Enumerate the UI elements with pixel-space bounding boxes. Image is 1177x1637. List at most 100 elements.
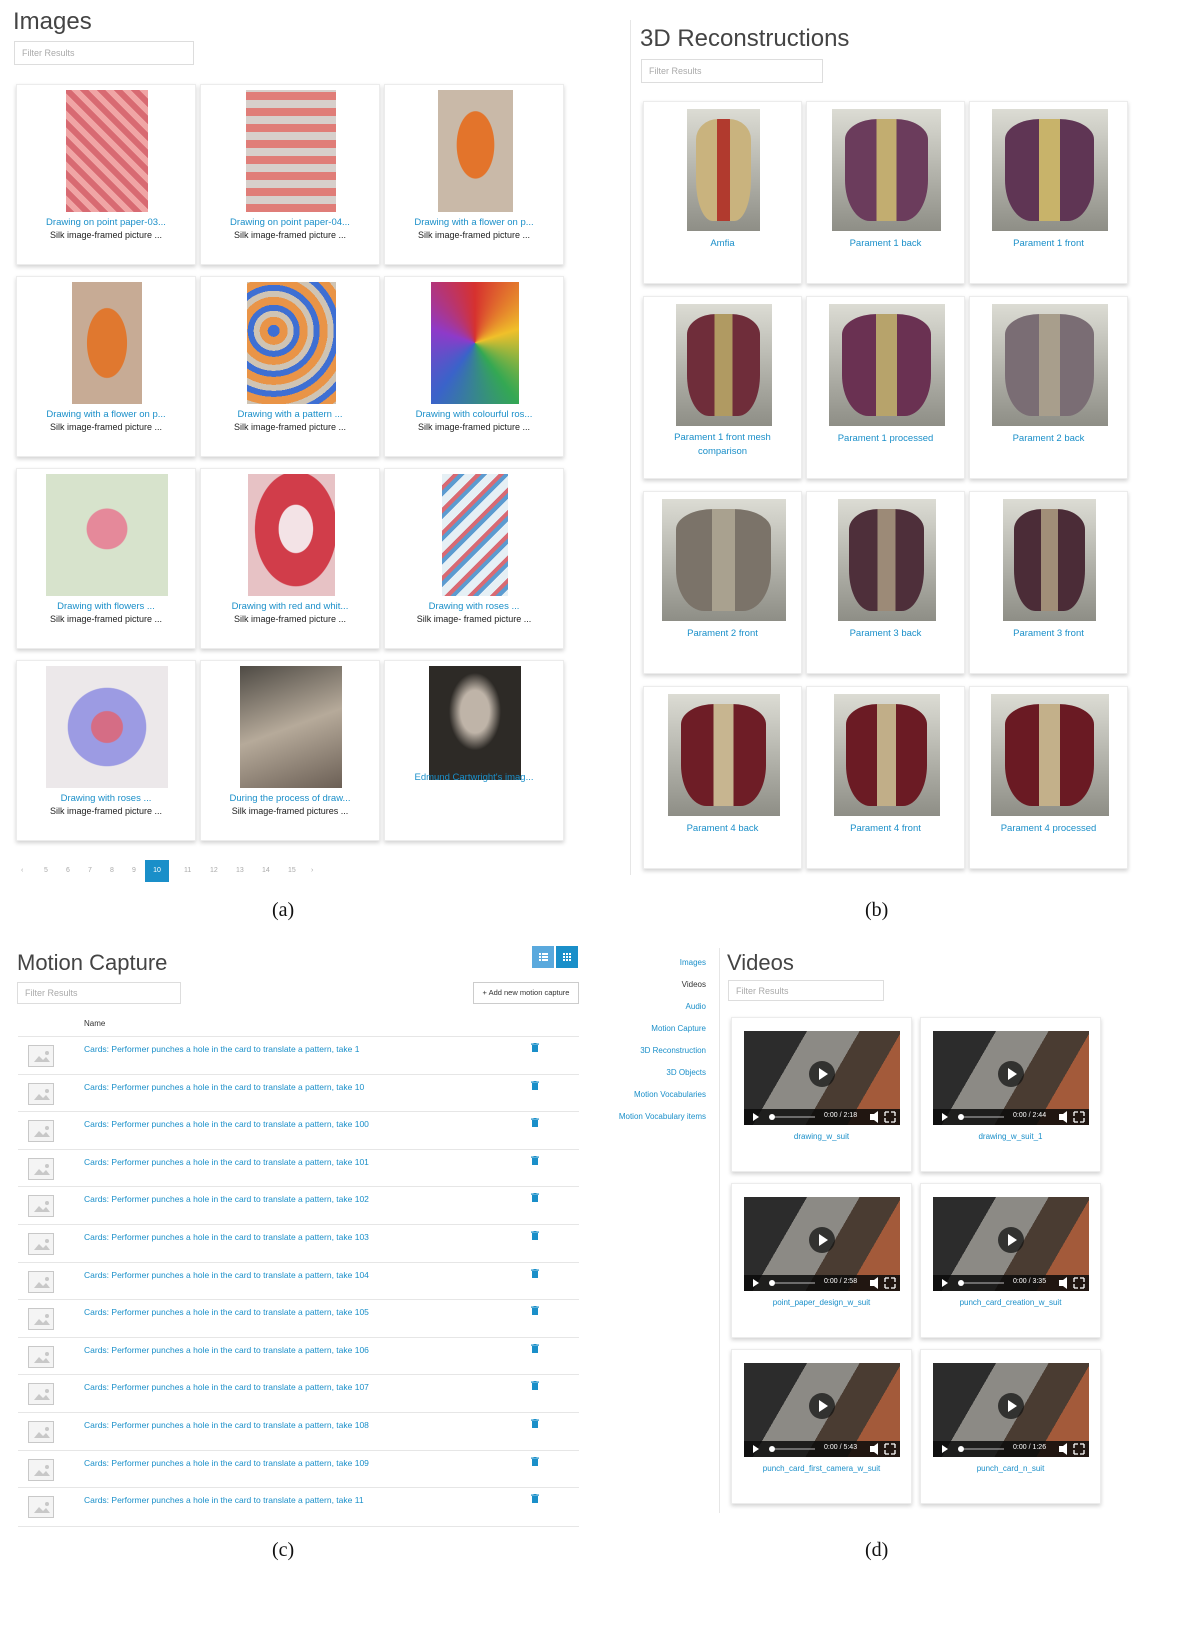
reconstruction-thumbnail[interactable]	[675, 304, 772, 426]
pagination-page[interactable]: 15	[288, 867, 296, 874]
image-thumbnail[interactable]	[431, 282, 519, 404]
reconstruction-title-link[interactable]: Parament 1 front mesh	[644, 431, 801, 444]
reconstruction-title-link[interactable]: Parament 3 front	[970, 627, 1127, 640]
reconstruction-thumbnail[interactable]	[667, 694, 780, 816]
reconstruction-thumbnail[interactable]	[991, 109, 1108, 231]
trash-icon[interactable]	[531, 1456, 539, 1468]
trash-icon[interactable]	[531, 1193, 539, 1204]
reconstruction-card[interactable]: Amfia	[643, 101, 802, 284]
reconstruction-thumbnail[interactable]	[991, 304, 1108, 426]
play-icon[interactable]	[998, 1061, 1024, 1087]
video-player[interactable]: 0:00 / 3:35	[933, 1197, 1089, 1291]
play-icon[interactable]	[809, 1227, 835, 1253]
motion-capture-link[interactable]: Cards: Performer punches a hole in the c…	[84, 1420, 369, 1430]
list-view-button[interactable]	[532, 946, 554, 968]
reconstruction-card[interactable]: Parament 1 processed	[806, 296, 965, 479]
table-row[interactable]: Cards: Performer punches a hole in the c…	[18, 1111, 579, 1149]
image-thumbnail[interactable]	[246, 282, 336, 404]
pagination-page[interactable]: 11	[184, 867, 191, 874]
reconstruction-card[interactable]: Parament 1 back	[806, 101, 965, 284]
motion-capture-link[interactable]: Cards: Performer punches a hole in the c…	[84, 1157, 369, 1167]
image-thumbnail[interactable]	[46, 666, 168, 788]
image-title-link[interactable]: Drawing on point paper-03...	[17, 216, 195, 229]
trash-icon[interactable]	[531, 1155, 539, 1167]
reconstruction-thumbnail[interactable]	[990, 694, 1109, 816]
table-row[interactable]: Cards: Performer punches a hole in the c…	[18, 1336, 579, 1375]
reconstruction-thumbnail[interactable]	[833, 694, 940, 816]
reconstruction-title-link[interactable]: Parament 4 back	[644, 822, 801, 835]
motion-capture-link[interactable]: Cards: Performer punches a hole in the c…	[84, 1270, 369, 1280]
pagination-page[interactable]: 6	[66, 867, 70, 874]
image-card[interactable]: Drawing with flowers ... Silk image-frame…	[16, 468, 196, 649]
image-card[interactable]: Drawing with roses ... Silk image-framed …	[16, 660, 196, 841]
filter-input[interactable]	[14, 41, 194, 65]
reconstruction-card[interactable]: Parament 2 front	[643, 491, 802, 674]
image-thumbnail[interactable]	[442, 474, 508, 596]
reconstruction-thumbnail[interactable]	[661, 499, 786, 621]
trash-icon[interactable]	[531, 1231, 539, 1242]
video-player[interactable]: 0:00 / 2:18	[744, 1031, 900, 1125]
table-row[interactable]: Cards: Performer punches a hole in the c…	[18, 1412, 579, 1450]
image-title-link[interactable]: Drawing with flowers ...	[17, 600, 195, 613]
filter-input[interactable]	[641, 59, 823, 83]
reconstruction-card[interactable]: Parament 3 back	[806, 491, 965, 674]
image-thumbnail[interactable]	[429, 666, 521, 780]
trash-icon[interactable]	[531, 1118, 539, 1129]
pagination-page[interactable]: 12	[210, 867, 218, 874]
video-player[interactable]: 0:00 / 5:43	[744, 1363, 900, 1457]
pagination-page-active[interactable]: 10	[145, 860, 169, 882]
table-row[interactable]: Cards: Performer punches a hole in the c…	[18, 1036, 579, 1074]
reconstruction-card[interactable]: Parament 2 back	[969, 296, 1128, 479]
play-icon[interactable]	[998, 1393, 1024, 1419]
image-card[interactable]: Drawing with colourful ros... Silk image-…	[384, 276, 564, 457]
image-title-link[interactable]: Drawing with roses ...	[17, 792, 195, 805]
table-row[interactable]: Cards: Performer punches a hole in the c…	[18, 1224, 579, 1262]
table-row[interactable]: Cards: Performer punches a hole in the c…	[18, 1186, 579, 1224]
reconstruction-card[interactable]: Parament 1 front	[969, 101, 1128, 284]
grid-view-button[interactable]	[556, 946, 578, 968]
reconstruction-title-link[interactable]: Parament 4 processed	[970, 822, 1127, 835]
image-title-link[interactable]: Drawing on point paper-04...	[201, 216, 379, 229]
video-player[interactable]: 0:00 / 2:44	[933, 1031, 1089, 1125]
trash-icon[interactable]	[531, 1494, 539, 1505]
filter-input[interactable]	[728, 980, 884, 1001]
trash-icon[interactable]	[531, 1043, 539, 1054]
reconstruction-title-link[interactable]: Parament 1 processed	[807, 432, 964, 445]
table-row[interactable]: Cards: Performer punches a hole in the c…	[18, 1487, 579, 1525]
image-card[interactable]: Drawing on point paper-03... Silk image-f…	[16, 84, 196, 265]
image-title-link[interactable]: Drawing with colourful ros...	[385, 408, 563, 421]
nav-item[interactable]: 3D Reconstruction	[640, 1046, 706, 1055]
pagination-page[interactable]: 13	[236, 867, 244, 874]
reconstruction-card[interactable]: Parament 4 back	[643, 686, 802, 869]
play-icon[interactable]	[809, 1061, 835, 1087]
reconstruction-card[interactable]: Parament 4 processed	[969, 686, 1128, 869]
image-card[interactable]: During the process of draw... Silk image-…	[200, 660, 380, 841]
trash-icon[interactable]	[531, 1381, 539, 1392]
image-card[interactable]: Drawing with a flower on p... Silk image-…	[16, 276, 196, 457]
pagination-page[interactable]: 9	[132, 867, 136, 874]
image-title-link[interactable]: Drawing with red and whit...	[201, 600, 379, 613]
reconstruction-title-link[interactable]: Parament 2 front	[644, 627, 801, 640]
image-title-link[interactable]: During the process of draw...	[201, 792, 379, 805]
motion-capture-link[interactable]: Cards: Performer punches a hole in the c…	[84, 1044, 359, 1054]
reconstruction-title-link[interactable]: Parament 4 front	[807, 822, 964, 835]
image-thumbnail[interactable]	[247, 474, 335, 596]
nav-item[interactable]: Motion Capture	[651, 1024, 706, 1033]
trash-icon[interactable]	[531, 1268, 539, 1280]
trash-icon[interactable]	[531, 1080, 539, 1092]
reconstruction-thumbnail[interactable]	[828, 304, 945, 426]
image-thumbnail[interactable]	[246, 90, 336, 212]
pagination-next[interactable]: ›	[311, 867, 313, 874]
reconstruction-title-link-line2[interactable]: comparison	[644, 445, 801, 458]
pagination-page[interactable]: 14	[262, 867, 270, 874]
image-thumbnail[interactable]	[240, 666, 342, 788]
motion-capture-link[interactable]: Cards: Performer punches a hole in the c…	[84, 1082, 364, 1092]
nav-item[interactable]: Images	[680, 958, 706, 967]
nav-item[interactable]: 3D Objects	[666, 1068, 706, 1077]
motion-capture-link[interactable]: Cards: Performer punches a hole in the c…	[84, 1307, 369, 1317]
reconstruction-card[interactable]: Parament 1 front mesh comparison	[643, 296, 802, 479]
image-card[interactable]: Drawing with red and whit... Silk image-f…	[200, 468, 380, 649]
motion-capture-link[interactable]: Cards: Performer punches a hole in the c…	[84, 1495, 364, 1505]
motion-capture-link[interactable]: Cards: Performer punches a hole in the c…	[84, 1345, 369, 1355]
video-card[interactable]: 0:00 / 3:35 punch_card_creation_w_suit	[920, 1183, 1101, 1338]
